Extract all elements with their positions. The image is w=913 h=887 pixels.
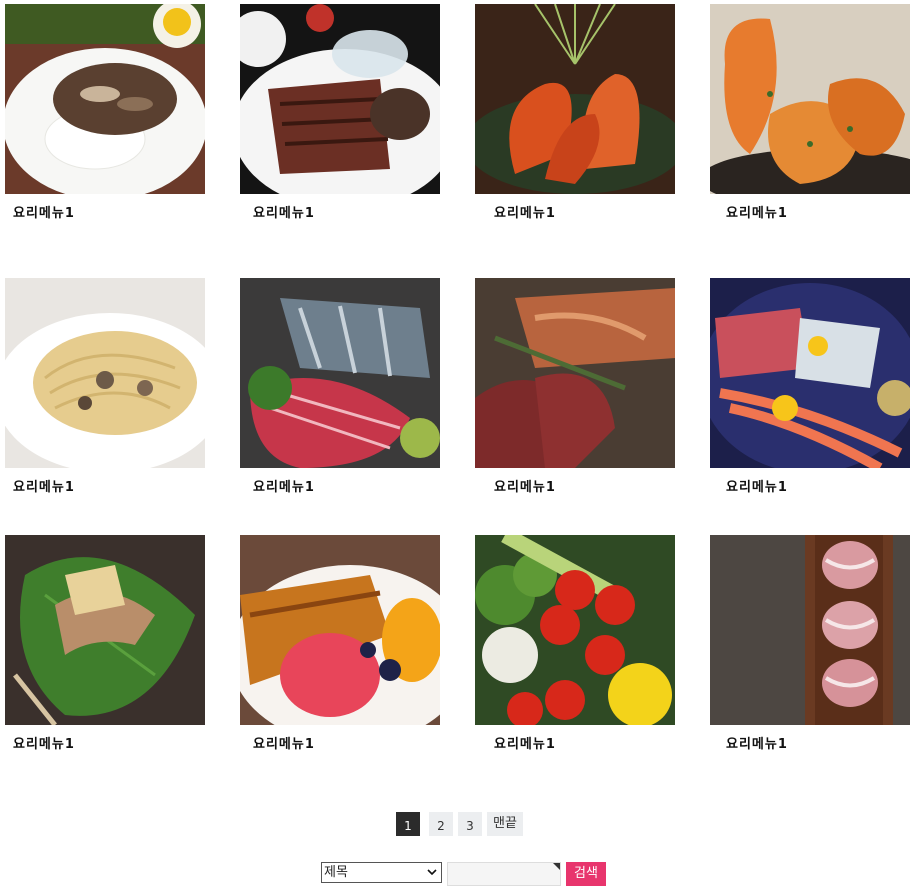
- input-corner-mark: [553, 863, 560, 870]
- gallery-item[interactable]: 요리메뉴1: [710, 535, 910, 752]
- gallery-item[interactable]: 요리메뉴1: [475, 278, 675, 495]
- search-field-value: 제목: [324, 865, 348, 880]
- menu-title[interactable]: 요리메뉴1: [13, 202, 75, 221]
- menu-title[interactable]: 요리메뉴1: [494, 733, 556, 752]
- menu-title[interactable]: 요리메뉴1: [494, 476, 556, 495]
- food-photo[interactable]: [475, 278, 675, 468]
- menu-title[interactable]: 요리메뉴1: [253, 733, 315, 752]
- food-photo[interactable]: [710, 278, 910, 468]
- gallery-item[interactable]: 요리메뉴1: [5, 278, 205, 495]
- gallery-item[interactable]: 요리메뉴1: [710, 278, 910, 495]
- menu-title[interactable]: 요리메뉴1: [726, 733, 788, 752]
- food-photo[interactable]: [5, 4, 205, 194]
- search-input[interactable]: [447, 862, 561, 886]
- menu-title[interactable]: 요리메뉴1: [13, 733, 75, 752]
- search-bar: 제목 검색: [321, 862, 606, 886]
- gallery-item[interactable]: 요리메뉴1: [240, 535, 440, 752]
- gallery-item[interactable]: 요리메뉴1: [475, 535, 675, 752]
- gallery-item[interactable]: 요리메뉴1: [5, 4, 205, 221]
- gallery-item[interactable]: 요리메뉴1: [475, 4, 675, 221]
- gallery-item[interactable]: 요리메뉴1: [5, 535, 205, 752]
- food-photo[interactable]: [475, 535, 675, 725]
- menu-title[interactable]: 요리메뉴1: [253, 476, 315, 495]
- food-photo[interactable]: [710, 4, 910, 194]
- gallery-item[interactable]: 요리메뉴1: [710, 4, 910, 221]
- food-photo[interactable]: [240, 278, 440, 468]
- gallery-item[interactable]: 요리메뉴1: [240, 4, 440, 221]
- menu-title[interactable]: 요리메뉴1: [253, 202, 315, 221]
- menu-title[interactable]: 요리메뉴1: [13, 476, 75, 495]
- search-field-select[interactable]: 제목: [321, 862, 442, 883]
- last-page-button[interactable]: 맨끝: [487, 812, 523, 836]
- food-photo[interactable]: [240, 4, 440, 194]
- food-photo[interactable]: [5, 278, 205, 468]
- menu-title[interactable]: 요리메뉴1: [494, 202, 556, 221]
- search-button[interactable]: 검색: [566, 862, 606, 886]
- gallery-item[interactable]: 요리메뉴1: [240, 278, 440, 495]
- food-photo[interactable]: [5, 535, 205, 725]
- menu-title[interactable]: 요리메뉴1: [726, 476, 788, 495]
- page-2-button[interactable]: 2: [429, 812, 453, 836]
- food-photo[interactable]: [240, 535, 440, 725]
- pagination: 1 2 3 맨끝: [396, 812, 523, 836]
- menu-title[interactable]: 요리메뉴1: [726, 202, 788, 221]
- page-1-button[interactable]: 1: [396, 812, 420, 836]
- food-photo[interactable]: [475, 4, 675, 194]
- food-photo[interactable]: [710, 535, 910, 725]
- page-3-button[interactable]: 3: [458, 812, 482, 836]
- chevron-down-icon: [427, 869, 437, 876]
